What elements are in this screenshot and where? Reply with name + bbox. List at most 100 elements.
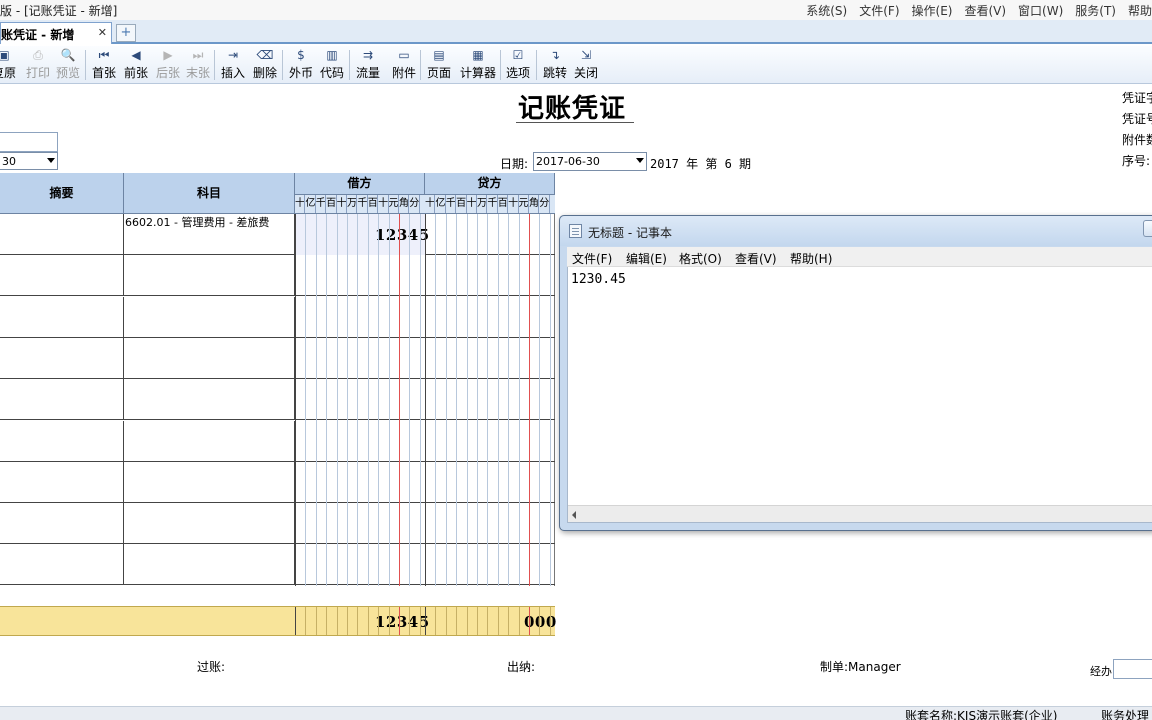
credit-cell[interactable] <box>425 255 555 296</box>
tab-voucher-new[interactable]: 账凭证 - 新增 ✕ <box>0 22 112 44</box>
app-titlebar: 版 - [记账凭证 - 新增] 系统(S) 文件(F) 操作(E) 查看(V) … <box>0 0 1152 20</box>
summary-cell[interactable] <box>0 420 124 462</box>
menu-view[interactable]: 查看(V) <box>964 2 1006 19</box>
debit-digit-header: 十亿千百十万千百十元角分 <box>295 195 425 214</box>
digit-unit-label: 千 <box>446 195 457 213</box>
toolbar-button-14[interactable]: ▤ 页面 <box>425 47 453 83</box>
debit-cell[interactable]: 12345 <box>295 214 429 255</box>
toolbar-button-13[interactable]: ▭ 附件 <box>390 47 418 83</box>
entry-row[interactable] <box>0 503 555 545</box>
handler-input[interactable] <box>1113 659 1152 679</box>
chevron-down-icon[interactable] <box>47 158 55 163</box>
toolbar-button-label: 后张 <box>155 66 180 80</box>
account-cell[interactable] <box>124 503 295 545</box>
toolbar-button-9[interactable]: ⌫ 删除 <box>251 47 279 83</box>
account-cell[interactable] <box>124 379 295 421</box>
summary-cell[interactable] <box>0 544 124 586</box>
notepad-text-area[interactable]: 1230.45 <box>567 267 1152 523</box>
notepad-menu-help[interactable]: 帮助(H) <box>790 250 832 267</box>
toolbar-button-8[interactable]: ⇥ 插入 <box>219 47 247 83</box>
toolbar-button-18[interactable]: ⇲ 关闭 <box>572 47 600 83</box>
reference-input[interactable] <box>0 132 58 152</box>
credit-cell[interactable] <box>425 421 555 462</box>
digit-unit-label: 亿 <box>435 195 446 213</box>
menu-service[interactable]: 服务(T) <box>1075 2 1116 19</box>
summary-cell[interactable] <box>0 255 124 297</box>
credit-cell[interactable] <box>425 544 555 585</box>
horizontal-scrollbar[interactable] <box>568 505 1152 522</box>
entry-row[interactable] <box>0 461 555 503</box>
scroll-left-icon[interactable] <box>572 511 576 519</box>
debit-cell[interactable] <box>295 297 425 338</box>
credit-cell[interactable] <box>425 462 555 503</box>
entry-row[interactable] <box>0 379 555 421</box>
account-cell[interactable]: 6602.01 - 管理费用 - 差旅费 <box>124 214 295 255</box>
debit-cell[interactable] <box>295 421 425 462</box>
credit-cell[interactable] <box>425 338 555 379</box>
minimize-button[interactable] <box>1143 220 1152 237</box>
notepad-menu-edit[interactable]: 编辑(E) <box>626 250 667 267</box>
debit-cell[interactable] <box>295 379 425 420</box>
menu-window[interactable]: 窗口(W) <box>1018 2 1063 19</box>
notepad-window[interactable]: 无标题 - 记事本 文件(F) 编辑(E) 格式(O) 查看(V) 帮助(H) … <box>559 215 1152 531</box>
menu-help[interactable]: 帮助 <box>1128 2 1152 19</box>
entry-row[interactable] <box>0 544 555 586</box>
toolbar-button-2[interactable]: ⎙ 打印 <box>24 47 52 83</box>
summary-cell[interactable] <box>0 296 124 338</box>
toolbar-button-10[interactable]: $ 外币 <box>287 47 315 83</box>
toolbar-button-4[interactable]: ⏮ 首张 <box>90 47 118 83</box>
toolbar-button-3[interactable]: 🔍 预览 <box>54 47 82 83</box>
chevron-down-icon[interactable] <box>636 158 644 163</box>
credit-cell[interactable] <box>425 503 555 544</box>
business-date-select[interactable]: 30 <box>0 152 58 170</box>
menu-system[interactable]: 系统(S) <box>806 2 847 19</box>
toolbar-button-15[interactable]: ▦ 计算器 <box>456 47 500 83</box>
entry-row[interactable] <box>0 337 555 379</box>
attachment-count-label: 附件数 <box>1122 133 1152 147</box>
entry-row[interactable] <box>0 255 555 297</box>
entry-row[interactable] <box>0 296 555 338</box>
summary-cell[interactable] <box>0 503 124 545</box>
account-cell[interactable] <box>124 544 295 586</box>
credit-cell[interactable] <box>425 379 555 420</box>
date-select[interactable]: 2017-06-30 <box>533 152 647 171</box>
new-tab-icon[interactable]: + <box>116 24 136 42</box>
summary-cell[interactable] <box>0 379 124 421</box>
summary-cell[interactable] <box>0 214 124 255</box>
account-cell[interactable] <box>124 420 295 462</box>
notepad-titlebar[interactable]: 无标题 - 记事本 <box>560 216 1152 246</box>
toolbar-button-17[interactable]: ↴ 跳转 <box>541 47 569 83</box>
notepad-menu-file[interactable]: 文件(F) <box>572 250 612 267</box>
toolbar-button-6[interactable]: ▶ 后张 <box>154 47 182 83</box>
debit-cell[interactable] <box>295 503 425 544</box>
summary-cell[interactable] <box>0 337 124 379</box>
debit-cell[interactable] <box>295 544 425 585</box>
digit-gridline <box>305 607 307 635</box>
toolbar-button-12[interactable]: ⇉ 流量 <box>354 47 382 83</box>
entry-row[interactable]: 6602.01 - 管理费用 - 差旅费 12345 <box>0 214 555 255</box>
tab-close-icon[interactable]: ✕ <box>98 26 107 39</box>
toolbar-button-label: 流量 <box>355 66 380 80</box>
notepad-menu-view[interactable]: 查看(V) <box>735 250 777 267</box>
account-cell[interactable] <box>124 255 295 297</box>
summary-cell[interactable] <box>0 461 124 503</box>
debit-cell[interactable] <box>295 462 425 503</box>
entry-row[interactable] <box>0 420 555 462</box>
account-cell[interactable] <box>124 461 295 503</box>
toolbar-button-5[interactable]: ◀ 前张 <box>122 47 150 83</box>
credit-cell[interactable] <box>425 297 555 338</box>
toolbar-button-16[interactable]: ☑ 选项 <box>504 47 532 83</box>
toolbar-button-7[interactable]: ⏭ 末张 <box>184 47 212 83</box>
credit-cell[interactable] <box>425 214 555 255</box>
debit-cell[interactable] <box>295 255 425 296</box>
toolbar-button-11[interactable]: ▥ 代码 <box>318 47 346 83</box>
notepad-menu-format[interactable]: 格式(O) <box>679 250 722 267</box>
account-cell[interactable] <box>124 337 295 379</box>
menu-file[interactable]: 文件(F) <box>859 2 899 19</box>
account-cell[interactable] <box>124 296 295 338</box>
maker-label: 制单:Manager <box>820 660 901 674</box>
debit-cell[interactable] <box>295 338 425 379</box>
menu-operation[interactable]: 操作(E) <box>912 2 953 19</box>
toolbar-button-1[interactable]: ▣ 复原 <box>0 47 16 83</box>
toolbar-separator <box>536 50 537 80</box>
